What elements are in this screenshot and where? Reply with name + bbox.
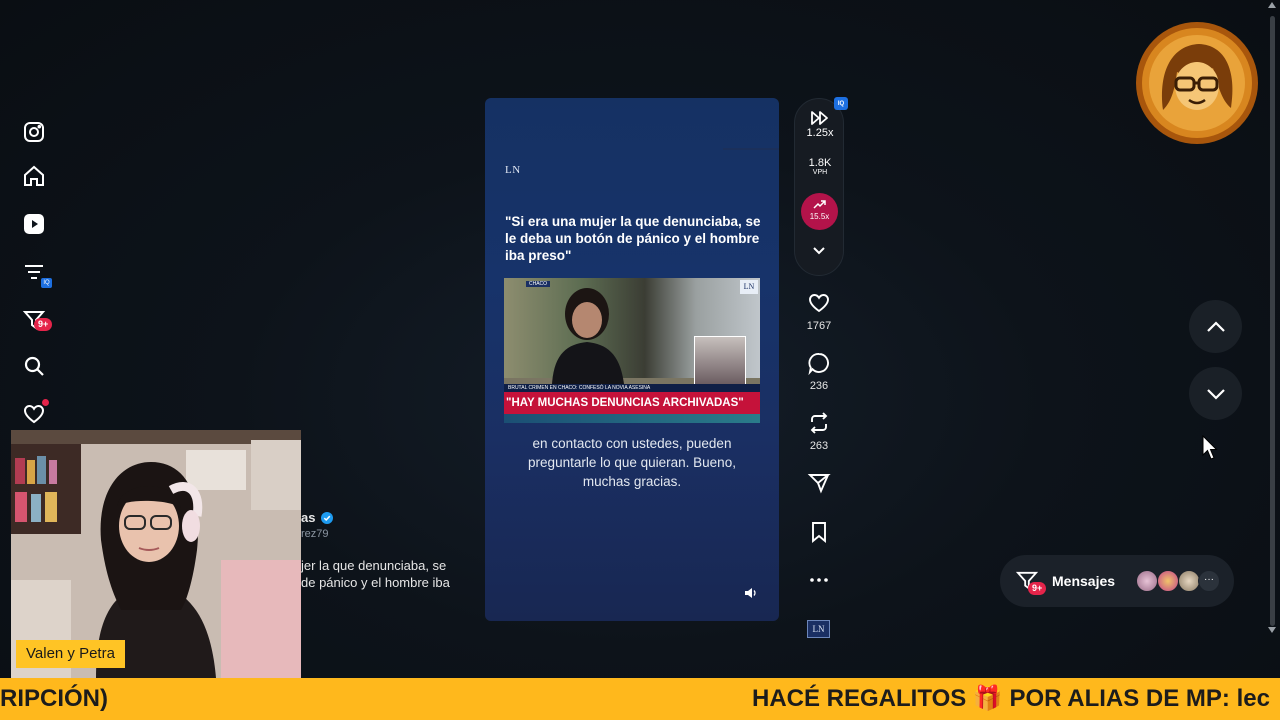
share-button[interactable] bbox=[804, 471, 834, 495]
bottom-ticker: RIPCIÓN) HACÉ REGALITOS 🎁 POR ALIAS DE M… bbox=[0, 678, 1280, 720]
messages-badge: 9+ bbox=[34, 318, 53, 331]
clip-logo: LN bbox=[740, 280, 758, 294]
trending-up-icon bbox=[813, 200, 826, 209]
bookmark-icon bbox=[812, 522, 826, 544]
iq-badge: IQ bbox=[834, 97, 848, 110]
vph-value: 1.8K bbox=[808, 157, 832, 169]
webcam-name-label: Valen y Petra bbox=[16, 640, 125, 668]
heart-notifications-icon[interactable] bbox=[20, 399, 49, 428]
comment-button[interactable]: 236 bbox=[804, 351, 834, 392]
channel-logo[interactable]: LN bbox=[807, 620, 830, 638]
video-subtitles: en contacto con ustedes, pueden pregunta… bbox=[528, 436, 736, 489]
clip-banner: "HAY MUCHAS DENUNCIAS ARCHIVADAS" bbox=[504, 392, 760, 414]
ticker-text-right: HACÉ REGALITOS 🎁 POR ALIAS DE MP: lec bbox=[752, 685, 1270, 712]
previous-reel-button[interactable] bbox=[1189, 300, 1242, 353]
video-quote-text: "Si era una mujer la que denunciaba, se … bbox=[505, 214, 761, 263]
messages-pill[interactable]: 9+ Mensajes ··· bbox=[1000, 555, 1234, 607]
scroll-up-arrow-icon[interactable] bbox=[1268, 2, 1276, 8]
clip-person bbox=[552, 288, 624, 384]
iq-badge: IQ bbox=[41, 278, 52, 288]
next-reel-button[interactable] bbox=[1189, 367, 1242, 420]
messages-filter-icon[interactable]: 9+ bbox=[20, 306, 53, 334]
like-button[interactable]: 1767 bbox=[804, 291, 834, 332]
chevron-down-icon[interactable] bbox=[812, 246, 826, 256]
post-text-line-2: de pánico y el hombre iba bbox=[301, 575, 450, 590]
home-icon[interactable] bbox=[20, 162, 48, 190]
more-icon bbox=[810, 578, 828, 582]
playback-speed[interactable]: 1.25x bbox=[795, 127, 845, 139]
notification-dot bbox=[42, 399, 49, 406]
instagram-icon[interactable] bbox=[20, 118, 48, 146]
comment-icon bbox=[808, 353, 829, 375]
trend-value: 15.5x bbox=[809, 212, 830, 221]
post-handle: rez79 bbox=[301, 528, 329, 540]
scroll-down-arrow-icon[interactable] bbox=[1268, 627, 1276, 633]
clip-tag: CHACO bbox=[526, 281, 551, 287]
repost-count: 263 bbox=[809, 440, 829, 452]
send-icon bbox=[807, 474, 831, 494]
ticker-text-left: RIPCIÓN) bbox=[0, 685, 108, 712]
post-author-name: as bbox=[301, 510, 316, 525]
chevron-down-icon bbox=[1206, 388, 1225, 400]
like-count: 1767 bbox=[806, 320, 832, 332]
avatar bbox=[1157, 570, 1179, 592]
trend-indicator: 15.5x bbox=[801, 193, 838, 230]
youtube-icon[interactable] bbox=[20, 210, 48, 238]
repost-icon bbox=[810, 412, 828, 434]
news-clip: LN CHACO BRUTAL CRIMEN EN CHACO: CONFESÓ… bbox=[504, 278, 760, 423]
repost-button[interactable]: 263 bbox=[804, 411, 834, 452]
heart-icon bbox=[809, 294, 829, 313]
more-avatars-icon: ··· bbox=[1198, 570, 1220, 592]
clip-bottom-bar bbox=[504, 414, 760, 423]
filter-list-icon[interactable]: IQ bbox=[20, 258, 52, 288]
scrollbar[interactable] bbox=[1266, 0, 1278, 640]
avatar bbox=[1178, 570, 1200, 592]
verified-icon bbox=[321, 512, 334, 524]
volume-icon[interactable] bbox=[743, 585, 759, 601]
video-source-logo: LN bbox=[505, 164, 521, 176]
messages-pill-badge: 9+ bbox=[1028, 582, 1047, 595]
chevron-up-icon bbox=[1206, 320, 1225, 332]
comment-count: 236 bbox=[809, 380, 829, 392]
search-icon[interactable] bbox=[20, 352, 48, 380]
vph-label: VPH bbox=[812, 169, 828, 176]
clip-caption: BRUTAL CRIMEN EN CHACO: CONFESÓ LA NOVIA… bbox=[504, 384, 760, 392]
fast-forward-icon[interactable] bbox=[811, 111, 829, 125]
mouse-cursor-icon bbox=[1202, 435, 1218, 460]
speed-panel: IQ 1.25x 1.8K VPH 15.5x bbox=[794, 97, 848, 276]
video-player[interactable]: LN "Si era una mujer la que denunciaba, … bbox=[485, 98, 779, 621]
messages-label: Mensajes bbox=[1052, 573, 1116, 589]
avatar bbox=[1136, 570, 1158, 592]
post-text-line-1: jer la que denunciaba, se bbox=[301, 558, 447, 573]
save-button[interactable] bbox=[804, 520, 834, 544]
post-author[interactable]: as bbox=[301, 510, 334, 525]
scroll-thumb[interactable] bbox=[1270, 16, 1275, 626]
more-options-button[interactable] bbox=[804, 568, 834, 592]
streamer-logo bbox=[1136, 22, 1258, 144]
page: IQ 9+ as rez79 jer la que denunciaba, se… bbox=[0, 0, 1280, 720]
